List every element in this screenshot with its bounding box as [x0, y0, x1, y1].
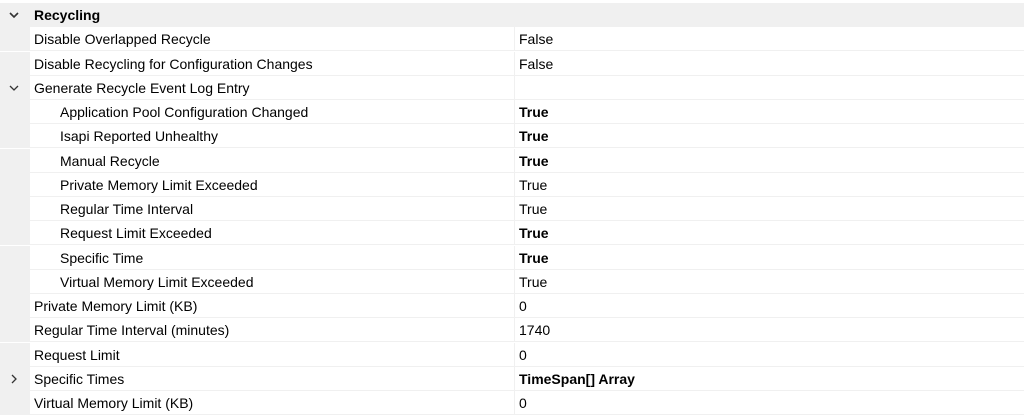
property-row-isapi-reported-unhealthy[interactable]: Isapi Reported Unhealthy True	[0, 124, 1024, 149]
column-divider[interactable]	[514, 27, 515, 52]
property-value[interactable]: True	[519, 221, 549, 245]
property-name: Private Memory Limit (KB)	[34, 298, 198, 314]
property-name: Private Memory Limit Exceeded	[60, 176, 258, 193]
row-gutter	[0, 197, 30, 221]
column-divider[interactable]	[514, 294, 515, 318]
column-divider[interactable]	[514, 318, 515, 343]
property-value[interactable]: 0	[519, 343, 527, 367]
property-row-virtual-memory-limit-kb[interactable]: Virtual Memory Limit (KB) 0	[0, 391, 1024, 415]
row-gutter	[0, 342, 30, 367]
column-divider[interactable]	[514, 197, 515, 221]
property-value[interactable]: True	[519, 124, 549, 148]
property-row-private-memory-limit-exceeded[interactable]: Private Memory Limit Exceeded True	[0, 172, 1024, 197]
row-gutter	[0, 269, 30, 294]
property-name: Regular Time Interval	[60, 201, 194, 217]
property-row-application-pool-configuration-changed[interactable]: Application Pool Configuration Changed Tr…	[0, 100, 1024, 124]
property-value[interactable]: False	[519, 52, 553, 76]
property-value[interactable]: 0	[519, 294, 527, 318]
column-divider[interactable]	[514, 148, 515, 173]
property-name: Virtual Memory Limit Exceeded	[60, 273, 254, 290]
property-name: Specific Times	[34, 370, 125, 387]
row-gutter	[0, 391, 30, 415]
property-row-request-limit[interactable]: Request Limit 0	[0, 342, 1024, 367]
column-divider[interactable]	[514, 124, 515, 149]
property-row-specific-time[interactable]: Specific Time True	[0, 245, 1024, 270]
row-gutter	[0, 27, 30, 52]
property-name: Request Limit	[34, 346, 120, 363]
category-row-recycling[interactable]: Recycling	[0, 3, 1024, 27]
category-label: Recycling	[34, 7, 101, 23]
property-row-request-limit-exceeded[interactable]: Request Limit Exceeded True	[0, 221, 1024, 246]
property-name: Request Limit Exceeded	[60, 225, 212, 242]
property-value[interactable]: True	[519, 246, 549, 270]
row-gutter	[0, 294, 30, 318]
column-divider[interactable]	[514, 342, 515, 367]
property-row-disable-overlapped-recycle[interactable]: Disable Overlapped Recycle False	[0, 27, 1024, 52]
row-gutter	[0, 100, 30, 124]
property-value[interactable]: 1740	[519, 318, 550, 342]
property-row-regular-time-interval[interactable]: Regular Time Interval True	[0, 197, 1024, 221]
row-gutter	[0, 245, 30, 270]
column-divider[interactable]	[514, 75, 515, 100]
row-gutter	[0, 172, 30, 197]
property-row-private-memory-limit-kb[interactable]: Private Memory Limit (KB) 0	[0, 294, 1024, 318]
property-value[interactable]: 0	[519, 391, 527, 415]
property-name: Generate Recycle Event Log Entry	[34, 79, 250, 96]
property-row-disable-recycling-for-configuration-changes[interactable]: Disable Recycling for Configuration Chan…	[0, 51, 1024, 76]
property-name: Virtual Memory Limit (KB)	[34, 395, 194, 411]
property-name: Application Pool Configuration Changed	[60, 104, 309, 120]
property-row-virtual-memory-limit-exceeded[interactable]: Virtual Memory Limit Exceeded True	[0, 269, 1024, 294]
column-divider[interactable]	[514, 221, 515, 246]
column-divider[interactable]	[514, 366, 515, 391]
property-value[interactable]: True	[519, 197, 547, 221]
chevron-right-icon[interactable]	[6, 371, 22, 387]
property-row-generate-recycle-event-log-entry[interactable]: Generate Recycle Event Log Entry	[0, 75, 1024, 100]
property-row-manual-recycle[interactable]: Manual Recycle True	[0, 148, 1024, 173]
property-value[interactable]: True	[519, 270, 547, 294]
property-row-regular-time-interval-minutes[interactable]: Regular Time Interval (minutes) 1740	[0, 318, 1024, 343]
property-name: Manual Recycle	[60, 152, 160, 169]
row-gutter	[0, 51, 30, 76]
property-name: Disable Recycling for Configuration Chan…	[34, 55, 313, 72]
property-value[interactable]: True	[519, 100, 549, 124]
chevron-down-icon[interactable]	[6, 7, 22, 23]
row-gutter	[0, 221, 30, 246]
chevron-down-icon[interactable]	[6, 80, 22, 96]
column-divider[interactable]	[514, 245, 515, 270]
column-divider[interactable]	[514, 391, 515, 415]
property-value[interactable]: False	[519, 27, 553, 51]
property-name: Isapi Reported Unhealthy	[60, 128, 218, 145]
row-gutter	[0, 124, 30, 149]
column-divider[interactable]	[514, 51, 515, 76]
property-value[interactable]: True	[519, 173, 547, 197]
property-grid: Recycling Disable Overlapped Recycle Fals…	[0, 0, 1024, 418]
property-row-specific-times[interactable]: Specific Times TimeSpan[] Array	[0, 366, 1024, 391]
row-gutter	[0, 318, 30, 343]
property-name: Disable Overlapped Recycle	[34, 31, 211, 48]
column-divider[interactable]	[514, 100, 515, 124]
property-value[interactable]: True	[519, 149, 549, 173]
column-divider[interactable]	[514, 172, 515, 197]
property-name: Regular Time Interval (minutes)	[34, 322, 230, 339]
property-value[interactable]: TimeSpan[] Array	[519, 367, 635, 391]
row-gutter	[0, 148, 30, 173]
property-name: Specific Time	[60, 249, 144, 266]
column-divider[interactable]	[514, 269, 515, 294]
